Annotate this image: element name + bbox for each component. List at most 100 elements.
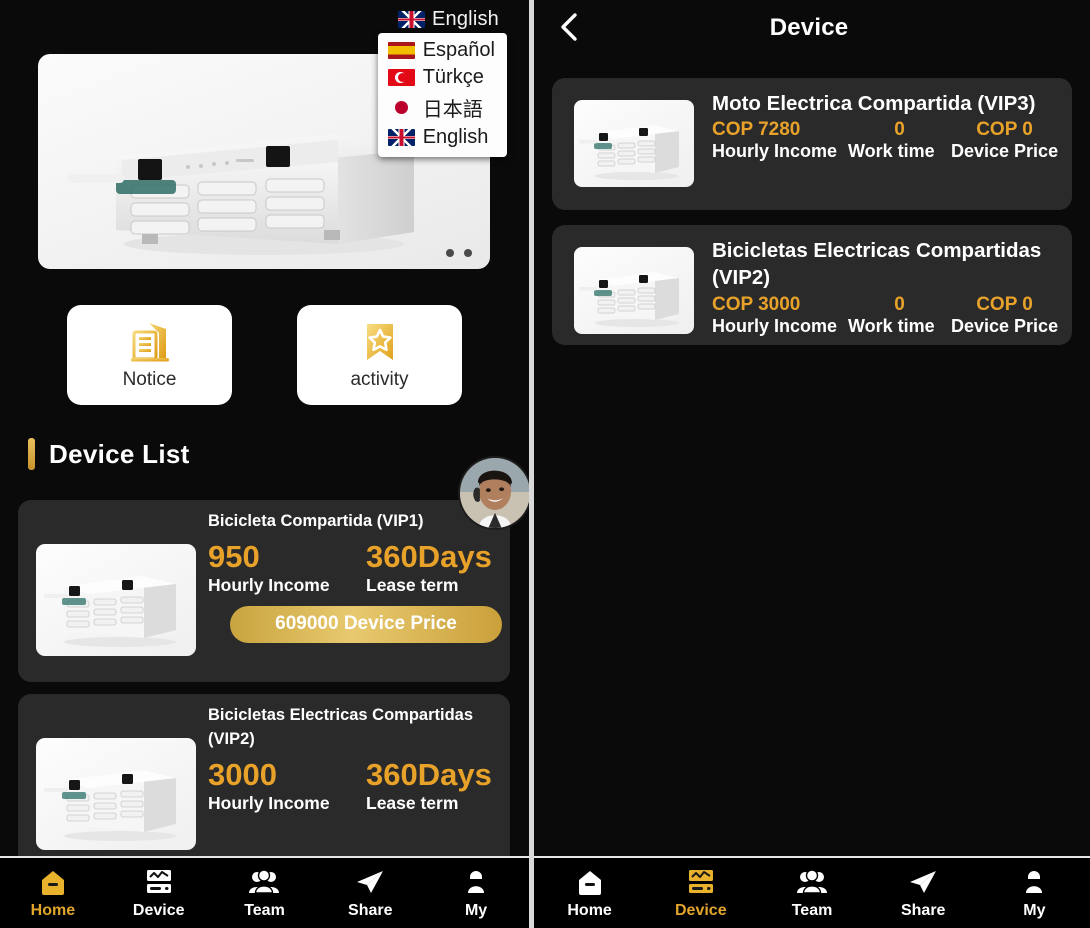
notice-button[interactable]: Notice xyxy=(67,305,232,405)
nav-label-share: Share xyxy=(901,902,945,920)
work-time-label: Work time xyxy=(848,316,951,337)
hourly-income-label: Hourly Income xyxy=(208,793,366,814)
nav-item-team[interactable]: Team xyxy=(212,867,318,920)
nav-label-device: Device xyxy=(133,902,185,920)
nav-item-share[interactable]: Share xyxy=(317,867,423,920)
turkey-flag-icon xyxy=(388,69,415,86)
device-name: Bicicletas Electricas Compartidas (VIP2) xyxy=(208,704,496,752)
language-option-label: English xyxy=(423,126,489,149)
device-stats: 950 Hourly Income 360Days Lease term xyxy=(208,540,496,596)
nav-item-device[interactable]: Device xyxy=(106,867,212,920)
carousel-dot[interactable] xyxy=(446,249,454,257)
user-icon xyxy=(1018,867,1050,897)
carousel-dots[interactable] xyxy=(446,249,472,257)
device-price-stat: COP 0 Device Price xyxy=(951,294,1058,337)
hourly-income-label: Hourly Income xyxy=(712,316,848,337)
chevron-left-icon[interactable] xyxy=(552,9,588,45)
nav-item-team[interactable]: Team xyxy=(756,867,867,920)
dual-phone-screenshot: English Español Türkçe 日本語 English xyxy=(0,0,1090,928)
language-option-espanol[interactable]: Español xyxy=(386,37,497,64)
share-icon xyxy=(907,867,939,897)
share-icon xyxy=(354,867,386,897)
lease-term-value: 360Days xyxy=(366,540,492,575)
device-name: Moto Electrica Compartida (VIP3) xyxy=(712,90,1064,117)
notice-label: Notice xyxy=(123,369,177,391)
device-price-value: COP 0 xyxy=(951,119,1058,141)
device-list-item[interactable]: Bicicletas Electricas Compartidas (VIP2)… xyxy=(18,694,510,876)
device-stats: COP 7280 Hourly Income 0 Work time COP 0… xyxy=(712,119,1064,162)
charging-station-thumb-icon xyxy=(574,100,694,187)
home-icon xyxy=(37,867,69,897)
device-info: Bicicletas Electricas Compartidas (VIP2)… xyxy=(712,237,1064,337)
language-option-english[interactable]: English xyxy=(386,124,497,151)
device-info: Moto Electrica Compartida (VIP3) COP 728… xyxy=(712,90,1064,162)
device-screen-panel: Device xyxy=(534,0,1090,928)
device-list-header: Device List xyxy=(28,438,190,470)
nav-label-team: Team xyxy=(244,902,285,920)
team-icon xyxy=(796,867,828,897)
hourly-income-stat: 3000 Hourly Income xyxy=(208,758,366,814)
hourly-income-stat: COP 7280 Hourly Income xyxy=(712,119,848,162)
nav-item-my[interactable]: My xyxy=(423,867,529,920)
bottom-navigation-bar: Home Device Team xyxy=(0,856,529,928)
device-page-topbar: Device xyxy=(534,0,1090,55)
device-thumbnail xyxy=(36,544,196,656)
device-price-value: COP 0 xyxy=(951,294,1058,316)
device-icon xyxy=(143,867,175,897)
star-bookmark-icon xyxy=(356,319,404,365)
section-accent-bar xyxy=(28,438,35,470)
home-screen-panel: English Español Türkçe 日本語 English xyxy=(0,0,529,928)
device-price-button[interactable]: 609000 Device Price xyxy=(230,606,502,643)
nav-item-home[interactable]: Home xyxy=(0,867,106,920)
uk-flag-icon xyxy=(388,129,415,146)
nav-label-share: Share xyxy=(348,902,392,920)
device-price-stat: COP 0 Device Price xyxy=(951,119,1058,162)
device-list-item[interactable]: Bicicletas Electricas Compartidas (VIP2)… xyxy=(552,225,1072,345)
language-option-japanese[interactable]: 日本語 xyxy=(386,91,497,124)
lease-term-label: Lease term xyxy=(366,575,492,596)
device-name: Bicicletas Electricas Compartidas (VIP2) xyxy=(712,237,1064,292)
device-list-item[interactable]: Bicicleta Compartida (VIP1) 950 Hourly I… xyxy=(18,500,510,682)
nav-label-my: My xyxy=(1023,902,1045,920)
hourly-income-value: COP 3000 xyxy=(712,294,848,316)
customer-service-avatar-image xyxy=(460,458,529,528)
customer-service-avatar[interactable] xyxy=(458,456,529,530)
work-time-label: Work time xyxy=(848,141,951,162)
page-title: Device xyxy=(534,14,1090,42)
language-option-turkce[interactable]: Türkçe xyxy=(386,64,497,91)
uk-flag-icon xyxy=(398,11,425,28)
language-selector[interactable]: English xyxy=(398,8,499,31)
device-list-item[interactable]: Moto Electrica Compartida (VIP3) COP 728… xyxy=(552,78,1072,210)
device-thumbnail xyxy=(574,100,694,187)
home-icon xyxy=(574,867,606,897)
nav-label-home: Home xyxy=(567,902,611,920)
bottom-navigation-bar: Home Device Team xyxy=(534,856,1090,928)
nav-item-my[interactable]: My xyxy=(979,867,1090,920)
nav-item-home[interactable]: Home xyxy=(534,867,645,920)
activity-button[interactable]: activity xyxy=(297,305,462,405)
carousel-dot[interactable] xyxy=(464,249,472,257)
nav-item-device[interactable]: Device xyxy=(645,867,756,920)
activity-label: activity xyxy=(350,369,408,391)
device-info: Bicicleta Compartida (VIP1) 950 Hourly I… xyxy=(208,510,496,643)
language-option-label: 日本語 xyxy=(423,93,483,122)
device-info: Bicicletas Electricas Compartidas (VIP2)… xyxy=(208,704,496,814)
hourly-income-label: Hourly Income xyxy=(208,575,366,596)
device-thumbnail xyxy=(574,247,694,334)
lease-term-stat: 360Days Lease term xyxy=(366,540,492,596)
nav-label-home: Home xyxy=(31,902,75,920)
work-time-stat: 0 Work time xyxy=(848,119,951,162)
device-icon xyxy=(685,867,717,897)
team-icon xyxy=(248,867,280,897)
hourly-income-value: 950 xyxy=(208,540,366,575)
language-dropdown-menu[interactable]: Español Türkçe 日本語 English xyxy=(378,33,507,157)
charging-station-thumb-icon xyxy=(574,247,694,334)
hourly-income-value: 3000 xyxy=(208,758,366,793)
nav-item-share[interactable]: Share xyxy=(868,867,979,920)
language-option-label: Español xyxy=(423,39,495,62)
charging-station-thumb-icon xyxy=(36,738,196,850)
user-icon xyxy=(460,867,492,897)
lease-term-value: 360Days xyxy=(366,758,492,793)
device-price-label: Device Price xyxy=(951,141,1058,162)
spain-flag-icon xyxy=(388,42,415,59)
